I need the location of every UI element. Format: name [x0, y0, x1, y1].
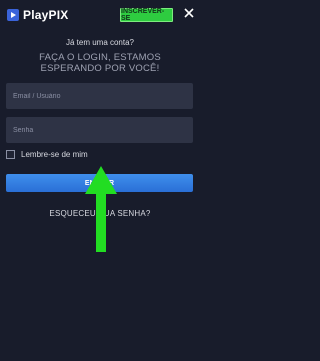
- brand-name: PlayPIX: [23, 8, 69, 22]
- brand-logo[interactable]: PlayPIX: [7, 8, 68, 22]
- headline-line-1: FAÇA O LOGIN, ESTAMOS: [39, 52, 161, 63]
- up-arrow-icon: [85, 166, 117, 252]
- email-field[interactable]: [6, 83, 193, 109]
- password-field[interactable]: [6, 117, 193, 143]
- login-headline: FAÇA O LOGIN, ESTAMOS ESPERANDO POR VOCÊ…: [10, 52, 190, 74]
- email-input[interactable]: [13, 92, 193, 100]
- remember-checkbox[interactable]: [6, 150, 15, 159]
- header: PlayPIX INSCREVER-SE: [0, 0, 200, 30]
- headline-line-2: ESPERANDO POR VOCÊ!: [40, 63, 160, 74]
- remember-me[interactable]: Lembre-se de mim: [6, 150, 88, 159]
- signup-button[interactable]: INSCREVER-SE: [120, 8, 173, 22]
- password-input[interactable]: [13, 126, 193, 134]
- close-icon[interactable]: [182, 6, 196, 20]
- remember-label: Lembre-se de mim: [21, 150, 88, 159]
- play-logo-icon: [7, 9, 19, 21]
- account-question: Já tem uma conta?: [65, 38, 135, 47]
